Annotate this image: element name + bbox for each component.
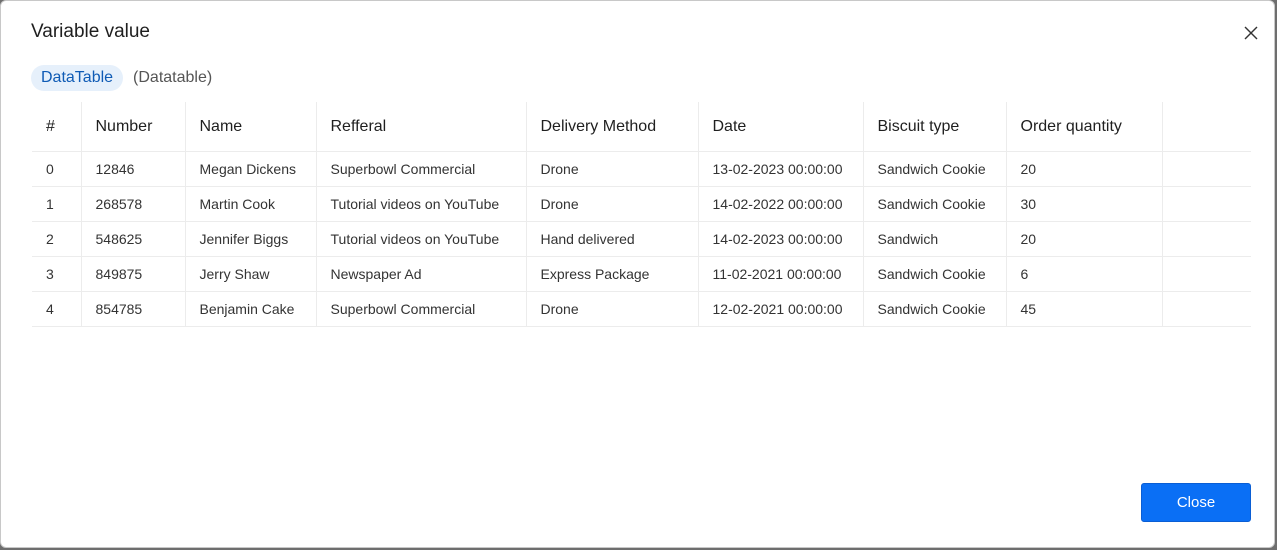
cell-index: 1: [32, 186, 82, 222]
variable-value-dialog: Variable value DataTable (Datatable) # N…: [0, 0, 1275, 548]
cell-refferal: Tutorial videos on YouTube: [316, 221, 527, 257]
cell-biscuit-type: Sandwich Cookie: [863, 291, 1007, 327]
data-table: # Number Name Refferal Delivery Method D…: [32, 102, 1251, 327]
cell-filler: [1162, 186, 1251, 222]
cell-order-quantity: 6: [1006, 256, 1163, 292]
cell-name: Benjamin Cake: [185, 291, 317, 327]
cell-biscuit-type: Sandwich Cookie: [863, 186, 1007, 222]
table-row[interactable]: 0 12846 Megan Dickens Superbowl Commerci…: [32, 151, 1251, 187]
cell-delivery-method: Hand delivered: [526, 221, 699, 257]
cell-name: Megan Dickens: [185, 151, 317, 187]
variable-type-label: (Datatable): [133, 69, 213, 86]
cell-date: 11-02-2021 00:00:00: [698, 256, 864, 292]
cell-delivery-method: Express Package: [526, 256, 699, 292]
table-row[interactable]: 3 849875 Jerry Shaw Newspaper Ad Express…: [32, 256, 1251, 292]
cell-name: Jerry Shaw: [185, 256, 317, 292]
table-header-row: # Number Name Refferal Delivery Method D…: [32, 102, 1251, 152]
cell-number: 849875: [81, 256, 186, 292]
cell-delivery-method: Drone: [526, 291, 699, 327]
cell-biscuit-type: Sandwich Cookie: [863, 256, 1007, 292]
cell-date: 14-02-2023 00:00:00: [698, 221, 864, 257]
cell-order-quantity: 20: [1006, 151, 1163, 187]
close-icon[interactable]: [1237, 19, 1265, 47]
cell-refferal: Superbowl Commercial: [316, 291, 527, 327]
table-row[interactable]: 2 548625 Jennifer Biggs Tutorial videos …: [32, 221, 1251, 257]
column-header-filler: [1162, 102, 1251, 152]
column-header-index[interactable]: #: [32, 102, 82, 152]
cell-number: 854785: [81, 291, 186, 327]
cell-refferal: Newspaper Ad: [316, 256, 527, 292]
column-header-date[interactable]: Date: [698, 102, 864, 152]
cell-filler: [1162, 151, 1251, 187]
column-header-number[interactable]: Number: [81, 102, 186, 152]
cell-refferal: Superbowl Commercial: [316, 151, 527, 187]
cell-delivery-method: Drone: [526, 186, 699, 222]
column-header-refferal[interactable]: Refferal: [316, 102, 527, 152]
cell-date: 13-02-2023 00:00:00: [698, 151, 864, 187]
column-header-delivery-method[interactable]: Delivery Method: [526, 102, 699, 152]
cell-refferal: Tutorial videos on YouTube: [316, 186, 527, 222]
column-header-order-quantity[interactable]: Order quantity: [1006, 102, 1163, 152]
cell-number: 268578: [81, 186, 186, 222]
cell-filler: [1162, 291, 1251, 327]
column-header-name[interactable]: Name: [185, 102, 317, 152]
cell-index: 4: [32, 291, 82, 327]
cell-index: 2: [32, 221, 82, 257]
cell-delivery-method: Drone: [526, 151, 699, 187]
cell-number: 548625: [81, 221, 186, 257]
table-row[interactable]: 1 268578 Martin Cook Tutorial videos on …: [32, 186, 1251, 222]
column-header-biscuit-type[interactable]: Biscuit type: [863, 102, 1007, 152]
cell-biscuit-type: Sandwich: [863, 221, 1007, 257]
dialog-title: Variable value: [31, 21, 151, 42]
cell-order-quantity: 30: [1006, 186, 1163, 222]
cell-order-quantity: 45: [1006, 291, 1163, 327]
cell-filler: [1162, 221, 1251, 257]
cell-date: 12-02-2021 00:00:00: [698, 291, 864, 327]
cell-name: Martin Cook: [185, 186, 317, 222]
cell-index: 0: [32, 151, 82, 187]
variable-name-pill: DataTable: [31, 65, 124, 91]
close-button[interactable]: Close: [1141, 483, 1251, 522]
table-row[interactable]: 4 854785 Benjamin Cake Superbowl Commerc…: [32, 291, 1251, 327]
cell-filler: [1162, 256, 1251, 292]
cell-order-quantity: 20: [1006, 221, 1163, 257]
cell-number: 12846: [81, 151, 186, 187]
cell-name: Jennifer Biggs: [185, 221, 317, 257]
cell-date: 14-02-2022 00:00:00: [698, 186, 864, 222]
cell-index: 3: [32, 256, 82, 292]
variable-info: DataTable (Datatable): [31, 65, 212, 91]
cell-biscuit-type: Sandwich Cookie: [863, 151, 1007, 187]
